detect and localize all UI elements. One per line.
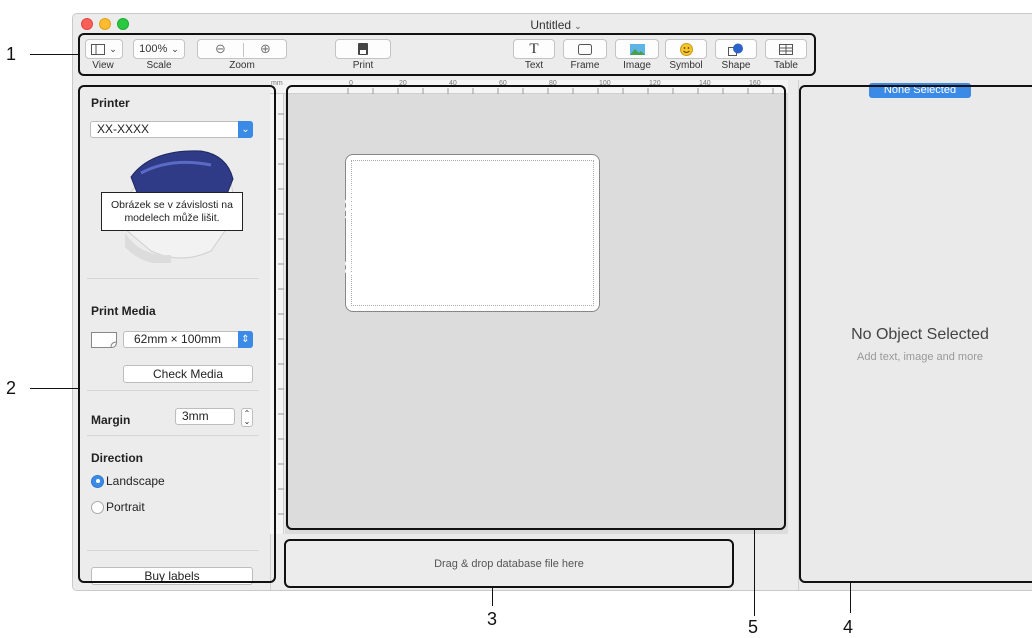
callout-box-canvas — [286, 85, 786, 530]
callout-box-inspector — [799, 85, 1032, 583]
callout-box-toolbar — [78, 33, 816, 76]
callout-line — [850, 583, 851, 613]
callout-number: 4 — [843, 617, 854, 637]
callout-line — [30, 54, 78, 55]
callout-number: 5 — [748, 617, 759, 637]
callout-number: 2 — [6, 378, 17, 398]
callout-line — [492, 588, 493, 606]
callout-box-sidebar — [78, 85, 276, 583]
title-bar: Untitled ⌄ — [73, 14, 1032, 34]
callout-number: 3 — [487, 609, 498, 629]
callout-number: 1 — [6, 44, 17, 64]
callout-line — [30, 388, 78, 389]
callout-line — [754, 530, 755, 616]
window-title[interactable]: Untitled ⌄ — [73, 18, 1032, 32]
callout-box-dropzone — [284, 539, 734, 588]
chevron-down-icon: ⌄ — [574, 21, 582, 31]
